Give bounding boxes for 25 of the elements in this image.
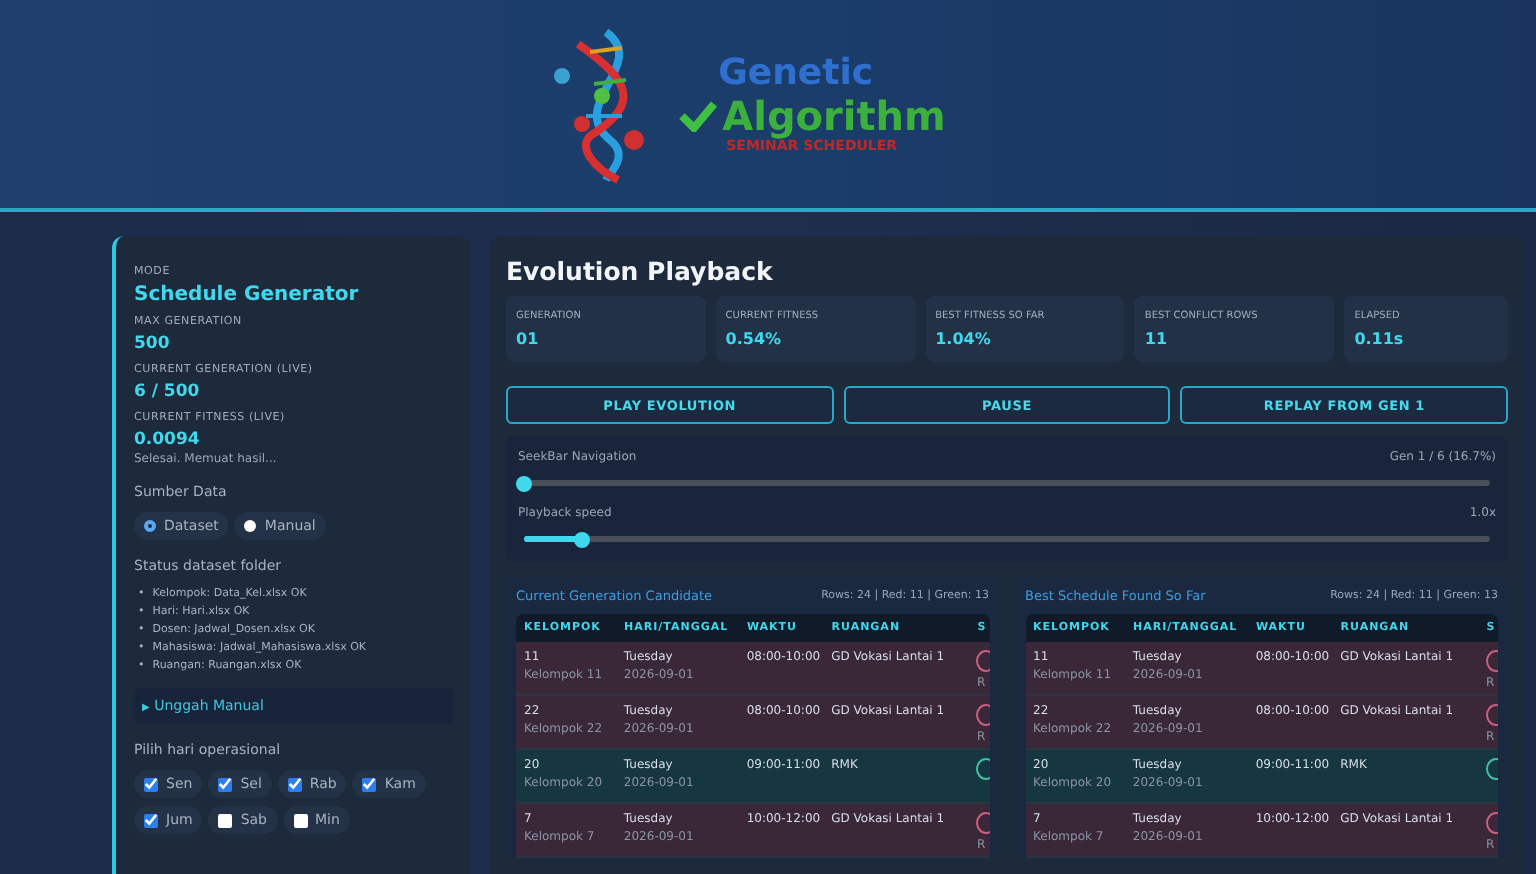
checkbox[interactable] — [218, 813, 233, 827]
slider-track[interactable] — [524, 536, 1490, 542]
field-value: 500 — [134, 334, 172, 354]
stat-value: 1.04% — [935, 330, 993, 348]
stat-value: 0.11s — [1354, 330, 1406, 348]
field-value: 6 / 500 — [134, 382, 202, 402]
check-icon — [678, 100, 719, 132]
checkbox[interactable] — [287, 777, 302, 791]
field-value: 0.0094 — [134, 430, 202, 450]
checkbox[interactable] — [362, 777, 377, 791]
radio-button[interactable] — [144, 520, 156, 532]
slider-thumb[interactable] — [573, 531, 590, 547]
checkbox[interactable] — [293, 813, 308, 827]
stat-value: 0.54% — [725, 330, 784, 348]
stat-value: 01 — [516, 330, 541, 348]
checkbox[interactable] — [218, 777, 233, 791]
field-value: Schedule Generator — [134, 284, 361, 306]
radio-button[interactable] — [244, 520, 257, 532]
checkbox[interactable] — [144, 777, 158, 791]
panel-title: Evolution Playback — [506, 256, 775, 286]
stat-value: 11 — [1144, 330, 1170, 348]
slider-thumb[interactable] — [516, 475, 532, 491]
logo-title: Algorithm — [722, 94, 946, 138]
logo-title: Genetic — [718, 54, 874, 94]
checkbox[interactable] — [144, 813, 158, 827]
